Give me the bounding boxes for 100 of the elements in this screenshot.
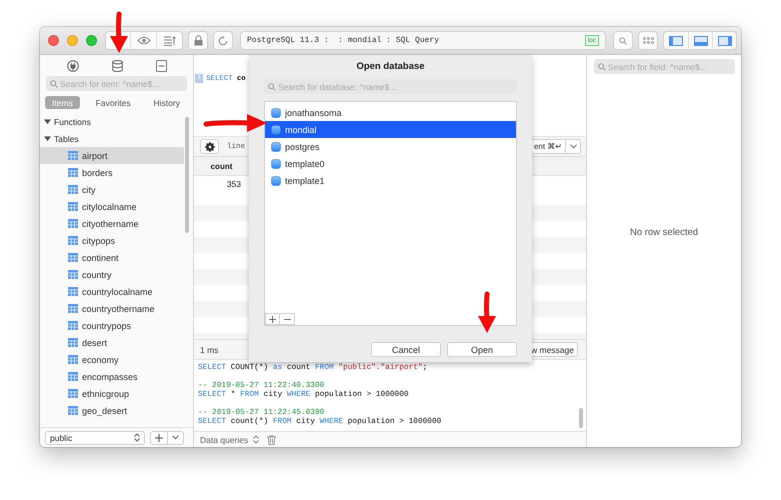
table-item[interactable]: countryothername [40,300,184,317]
table-item[interactable]: countrylocalname [40,283,184,300]
disclosure-triangle-icon[interactable] [44,135,51,142]
sidebar-tab[interactable]: Favorites [88,96,138,109]
database-item[interactable]: template1 [265,172,516,189]
database-item[interactable]: postgres [265,138,516,155]
table-name: geo_desert [82,406,128,416]
table-icon [68,304,78,313]
database-search-field[interactable]: Search for database: ^name$... [264,79,517,94]
plus-icon [155,434,163,442]
table-icon [68,185,78,194]
field-search-field[interactable]: Search for field: ^name$... [594,59,735,74]
table-item[interactable]: encompasses [40,368,184,385]
scrollbar-thumb[interactable] [579,408,583,428]
table-item[interactable]: countrypops [40,317,184,334]
database-name: postgres [285,142,320,152]
sql-file-icon[interactable] [156,60,166,72]
table-item[interactable]: city [40,181,184,198]
table-name: continent [82,252,119,262]
settings-button[interactable] [200,139,219,154]
plus-icon [269,316,276,322]
table-item[interactable]: ethnicgroup [40,385,184,402]
updown-icon [253,435,260,444]
zoom-button[interactable] [86,35,97,46]
search-button[interactable] [613,31,633,50]
annotation-arrow [203,113,267,133]
table-item[interactable]: airport [40,147,184,164]
table-item[interactable]: borders [40,164,184,181]
table-icon [68,321,78,330]
panel-layout-icon[interactable] [718,36,732,46]
table-icon [68,338,78,347]
minimize-button[interactable] [67,35,78,46]
search-icon [50,80,58,88]
tree-group-label[interactable]: Tables [54,134,79,144]
connection-title: PostgreSQL 11.3 : : mondial : SQL Query [247,36,440,45]
panel-segmented-control[interactable] [663,31,737,50]
table-item[interactable]: country [40,266,184,283]
database-item[interactable]: template0 [265,155,516,172]
sidebar-tab[interactable]: History [146,96,187,109]
table-name: desert [82,338,108,348]
table-name: countrylocalname [82,286,153,296]
table-name: countryothername [82,304,155,314]
table-item[interactable]: continent [40,249,184,266]
trash-icon[interactable] [267,434,276,444]
database-name: template1 [285,176,325,186]
table-icon [68,202,78,211]
refresh-button[interactable] [213,31,233,50]
lock-button[interactable] [188,31,208,50]
search-icon [268,83,276,91]
annotation-arrow [478,292,496,333]
disclosure-triangle-icon[interactable] [44,118,51,125]
dropdown-button[interactable] [168,430,184,444]
database-item[interactable]: jonathansoma [265,104,516,121]
run-button[interactable]: ent ⌘↵ [530,139,565,154]
add-button[interactable] [265,313,280,325]
refresh-icon [218,36,228,46]
table-item[interactable]: citypops [40,232,184,249]
table-item[interactable]: geo_desert [40,402,184,419]
table-name: citylocalname [82,202,137,212]
chevron-down-icon [172,435,179,440]
table-item[interactable]: economy [40,351,184,368]
run-options-button[interactable] [565,139,581,154]
updown-icon [134,433,140,442]
database-item[interactable]: mondial [265,121,516,138]
lines-icon[interactable] [164,36,176,46]
table-name: economy [82,354,119,364]
scrollbar-thumb[interactable] [185,117,189,233]
table-item[interactable]: cityothername [40,215,184,232]
table-item[interactable]: desert [40,334,184,351]
dialog-button[interactable]: Open [447,342,517,357]
remove-button[interactable] [280,313,295,325]
table-name: citypops [82,236,116,246]
tree-group-label[interactable]: Functions [54,116,91,126]
table-icon [68,270,78,279]
log-filter-popup[interactable]: Data queries [200,434,260,444]
dialog-button[interactable]: Cancel [371,342,441,357]
table-name: ethnicgroup [82,388,130,398]
table-name: cityothername [82,218,139,228]
table-name: country [82,270,112,280]
database-icon[interactable] [112,60,122,72]
database-name: jonathansoma [285,108,342,118]
annotation-arrow [110,12,128,53]
panel-layout-icon[interactable] [694,36,708,46]
table-icon [68,406,78,415]
table-icon [68,355,78,364]
grid-button[interactable] [638,31,658,50]
table-icon [68,372,78,381]
query-time: 1 ms [200,344,218,354]
add-button[interactable] [150,430,168,444]
table-name: countrypops [82,320,132,330]
eye-icon[interactable] [136,36,150,45]
close-button[interactable] [48,35,59,46]
plug-icon[interactable] [66,60,78,72]
table-icon [68,151,78,160]
item-search-field[interactable]: Search for item: ^name$... [46,76,187,91]
table-name: airport [82,150,108,160]
schema-popup[interactable]: public [45,430,145,444]
chevron-down-icon [570,144,576,149]
panel-layout-icon[interactable] [669,36,683,46]
table-item[interactable]: citylocalname [40,198,184,215]
